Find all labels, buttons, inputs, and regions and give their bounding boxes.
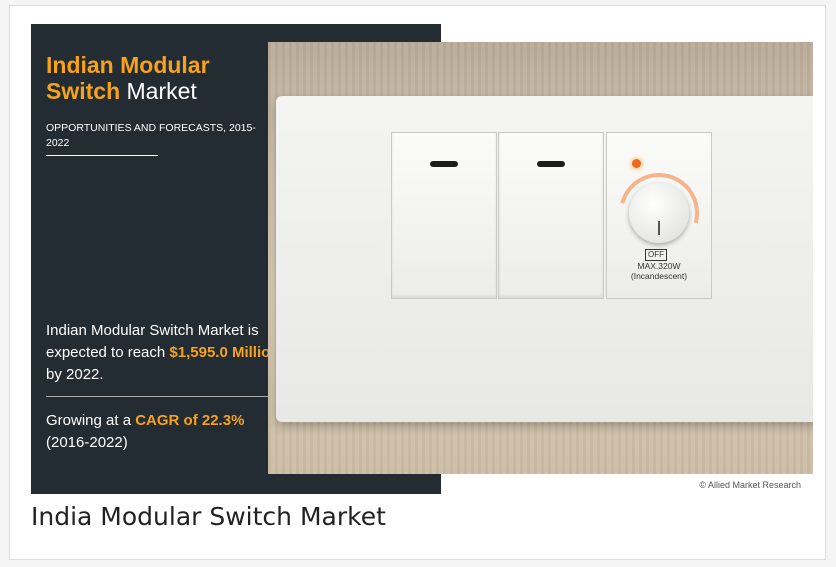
rocker-switch [391,132,497,299]
reach-year-text: by 2022. [46,366,104,383]
title-line-1: Indian Modular [46,52,210,78]
divider [46,396,276,397]
dimmer-knob [629,183,689,243]
image-frame: Indian Modular Switch Market OPPORTUNITI… [9,5,826,560]
infographic: Indian Modular Switch Market OPPORTUNITI… [31,24,813,494]
cagr-text: Growing at a [46,412,136,429]
cagr-value: CAGR of 22.3% [135,412,245,429]
cagr-period: (2016-2022) [46,434,128,451]
infographic-title: Indian Modular Switch Market [46,52,210,104]
rating-line-1: MAX.320W [637,261,681,271]
market-value: $1,595.0 Million [169,344,280,361]
indicator-led [632,159,641,168]
switch-photo: OFF MAX.320W (Incandescent) [268,42,813,474]
off-label: OFF [645,249,667,261]
rocker-switch [498,132,604,299]
title-highlight: Switch [46,78,121,104]
switch-indicator [537,161,565,167]
image-caption: India Modular Switch Market [31,502,386,531]
subtitle: OPPORTUNITIES AND FORECASTS, 2015-2022 [46,122,256,149]
title-rest: Market [120,78,197,104]
rating-label: MAX.320W (Incandescent) [607,261,711,281]
switch-indicator [430,161,458,167]
cagr-statement: Growing at a CAGR of 22.3% (2016-2022) [46,410,286,454]
copyright-notice: © Allied Market Research [699,480,801,490]
dimmer-switch: OFF MAX.320W (Incandescent) [604,132,714,299]
divider [46,155,158,156]
rating-line-2: (Incandescent) [630,271,688,281]
market-size-statement: Indian Modular Switch Market is expected… [46,320,281,386]
